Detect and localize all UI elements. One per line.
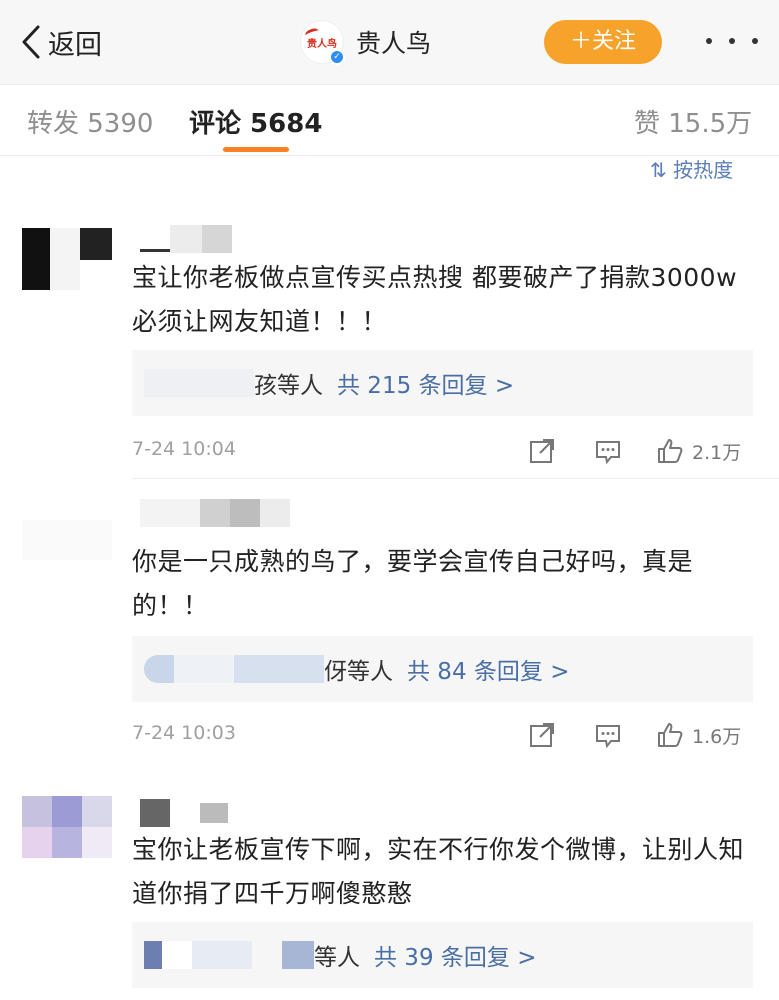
like-button[interactable]: 1.6万	[656, 720, 741, 750]
tab-bar: 转发 5390 评论 5684 赞 15.5万	[0, 84, 779, 156]
comment-meta: 7-24 10:04 2.1万	[132, 434, 753, 468]
comment-time: 7-24 10:03	[132, 722, 236, 744]
reply-names: 伢等人	[324, 659, 393, 685]
avatar[interactable]	[22, 796, 112, 858]
account-name: 贵人鸟	[356, 29, 432, 58]
back-label: 返回	[48, 29, 102, 61]
tab-repost[interactable]: 转发 5390	[27, 103, 153, 140]
comment-text: 宝让你老板做点宣传买点热搜 都要破产了捐款3000w必须让网友知道！！！	[132, 263, 738, 336]
tab-comment[interactable]: 评论 5684	[189, 103, 322, 140]
share-icon	[530, 723, 554, 747]
follow-button[interactable]: ＋关注	[544, 20, 662, 64]
reply-count-link[interactable]: 共 84 条回复 >	[407, 652, 569, 686]
sort-button[interactable]: ⇅ 按热度	[650, 154, 733, 183]
verified-icon: ✓	[329, 49, 345, 65]
reply-names: 孩等人	[254, 373, 323, 399]
sort-icon: ⇅	[650, 158, 667, 182]
comment-text: 你是一只成熟的鸟了，要学会宣传自己好吗，真是的！！	[132, 547, 694, 620]
username-blurred[interactable]	[140, 222, 232, 256]
reply-summary[interactable]: 等人 共 39 条回复 >	[132, 922, 753, 988]
username-blurred[interactable]	[140, 496, 290, 530]
reply-avatars-blurred	[144, 654, 324, 684]
comment-divider	[132, 478, 779, 479]
comment-text: 宝你让老板宣传下啊，实在不行你发个微博，让别人知道你捐了四千万啊傻憨憨	[132, 835, 745, 908]
more-icon[interactable]	[706, 26, 758, 56]
back-button[interactable]: 返回	[20, 22, 102, 62]
like-count: 2.1万	[692, 441, 742, 464]
reply-summary[interactable]: 孩等人 共 215 条回复 >	[132, 350, 753, 416]
like-icon	[658, 439, 683, 463]
brand-logo: 贵人鸟 ✓	[300, 20, 345, 65]
more-dot	[729, 38, 735, 44]
reply-button[interactable]	[594, 436, 622, 466]
share-button[interactable]	[528, 720, 556, 750]
top-bar: 返回 贵人鸟 ✓ 贵人鸟 ＋关注	[0, 0, 779, 84]
comment-icon	[596, 441, 620, 465]
account-header[interactable]: 贵人鸟 ✓ 贵人鸟	[300, 20, 432, 65]
reply-avatars-blurred	[144, 368, 254, 398]
like-icon	[658, 723, 683, 747]
more-dot	[706, 38, 712, 44]
tab-likes[interactable]: 赞 15.5万	[634, 103, 752, 140]
comment-meta: 7-24 10:03 1.6万	[132, 718, 753, 752]
chevron-left-icon	[22, 25, 40, 59]
avatar[interactable]	[22, 228, 112, 290]
reply-avatars-blurred	[144, 940, 314, 970]
like-button[interactable]: 2.1万	[656, 436, 741, 466]
comment-time: 7-24 10:04	[132, 438, 236, 460]
reply-summary[interactable]: 伢等人 共 84 条回复 >	[132, 636, 753, 702]
share-button[interactable]	[528, 436, 556, 466]
reply-count-link[interactable]: 共 39 条回复 >	[374, 938, 536, 972]
like-count: 1.6万	[692, 725, 742, 748]
reply-names: 等人	[314, 945, 360, 971]
sort-label: 按热度	[673, 158, 734, 182]
avatar[interactable]	[22, 520, 112, 582]
username-blurred[interactable]	[140, 796, 228, 830]
more-dot	[752, 38, 758, 44]
active-tab-indicator	[223, 147, 289, 152]
comment-icon	[596, 725, 620, 749]
reply-count-link[interactable]: 共 215 条回复 >	[337, 366, 514, 400]
share-icon	[530, 439, 554, 463]
reply-button[interactable]	[594, 720, 622, 750]
